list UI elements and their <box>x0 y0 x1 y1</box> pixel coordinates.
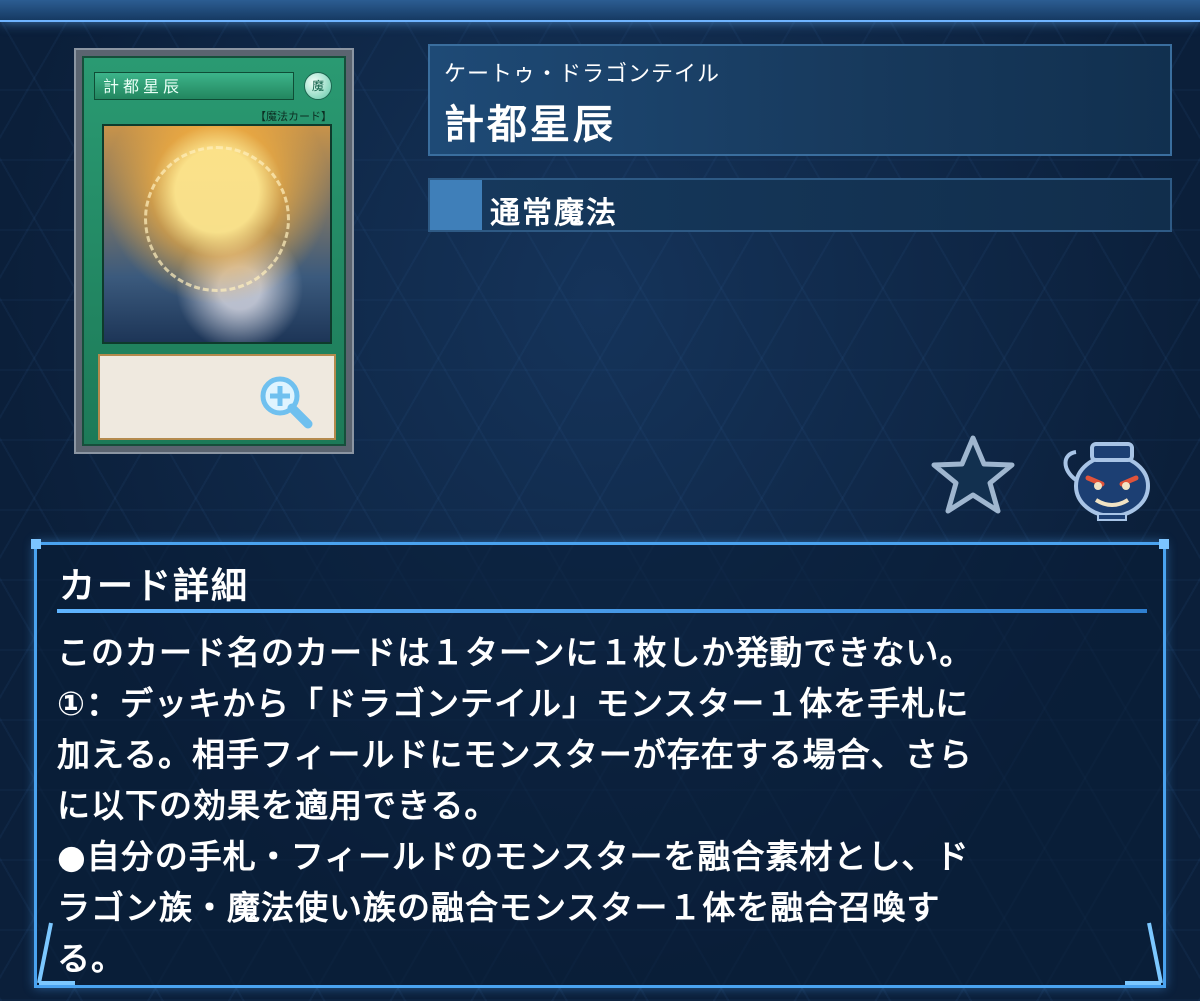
scroll-left-indicator <box>37 922 75 985</box>
spell-attribute-icon: 魔 <box>304 72 332 100</box>
card-name: 計都星辰 <box>444 102 616 148</box>
details-divider <box>57 609 1147 613</box>
card-artwork <box>102 124 332 344</box>
pot-icon[interactable] <box>1058 436 1154 522</box>
card-type-panel: 通常魔法 <box>428 178 1172 232</box>
details-title: カード詳細 <box>59 566 250 607</box>
card-type-label: 通常魔法 <box>490 196 618 231</box>
star-icon[interactable] <box>928 432 1018 518</box>
top-bar <box>0 0 1200 22</box>
card-details-panel: カード詳細 このカード名のカードは１ターンに１枚しか発動できない。 ①：デッキか… <box>31 539 1169 988</box>
card-image[interactable]: 計都星辰 魔 【魔法カード】 <box>74 48 354 454</box>
type-color-swatch <box>430 180 482 230</box>
zoom-in-icon[interactable] <box>256 372 316 432</box>
card-thumb-name: 計都星辰 <box>94 72 294 100</box>
card-face: 計都星辰 魔 【魔法カード】 <box>82 56 346 446</box>
card-name-ruby: ケートゥ・ドラゴンテイル <box>444 62 721 87</box>
scroll-right-indicator <box>1125 922 1163 985</box>
card-name-panel: ケートゥ・ドラゴンテイル 計都星辰 <box>428 44 1172 156</box>
panel-corner <box>31 539 41 549</box>
panel-corner <box>1159 539 1169 549</box>
card-text-box <box>98 354 336 440</box>
card-thumb-type-tag: 【魔法カード】 <box>255 110 332 123</box>
card-effect-text: このカード名のカードは１ターンに１枚しか発動できない。 ①：デッキから「ドラゴン… <box>57 633 974 978</box>
